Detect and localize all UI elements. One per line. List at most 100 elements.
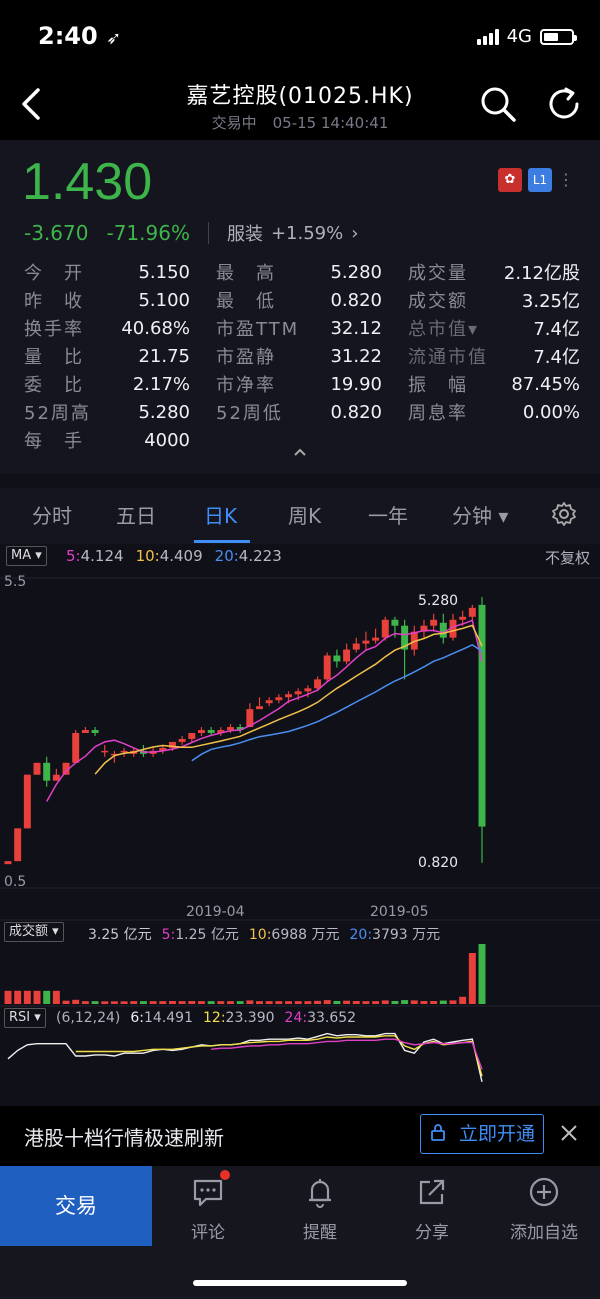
x-axis-tick-label: 2019-04	[186, 904, 245, 920]
alert-tab[interactable]: 提醒	[270, 1174, 370, 1243]
status-right: 4G	[476, 26, 577, 47]
comment-tab[interactable]: 评论	[158, 1170, 258, 1243]
price-change-pct: -71.96%	[106, 221, 190, 245]
volume-bar	[372, 1001, 380, 1004]
candle-body	[120, 750, 128, 753]
volume-selector[interactable]: 成交额 ▾	[4, 922, 64, 942]
trade-button[interactable]: 交易	[0, 1166, 152, 1246]
tab-period[interactable]: 周K	[288, 500, 321, 529]
rsi-legend: RSI ▾ (6,12,24) 6:14.491 12:23.390 24:33.65…	[0, 1008, 600, 1030]
volume-bar	[439, 1000, 447, 1004]
high-price-label: 5.280	[418, 593, 458, 609]
search-icon[interactable]	[478, 84, 518, 124]
stat-value: 2.12亿股	[503, 263, 580, 284]
vol-legend-item: 3.25 亿元	[88, 924, 152, 944]
stat-item[interactable]: 总市值▾ 7.4亿	[408, 315, 580, 341]
status-bar: 2:40 ➶ 4G	[0, 0, 600, 70]
status-time: 2:40 ➶	[38, 22, 122, 50]
volume-bar	[217, 1001, 225, 1004]
more-icon[interactable]: ⋮	[558, 168, 574, 192]
x-axis-tick-label: 2019-05	[370, 904, 429, 920]
sector-change[interactable]: +1.59%	[271, 223, 343, 244]
stat-row: 委 比 2.17% 市净率 19.90 振 幅 87.45%	[24, 370, 580, 398]
candle-body	[33, 762, 41, 775]
stat-value: 2.17%	[132, 373, 190, 395]
stat-label: 成交量	[408, 263, 468, 284]
candle-body	[91, 730, 99, 733]
candle-body	[294, 691, 302, 695]
volume-bar	[188, 1001, 196, 1004]
stat-label: 量 比	[24, 347, 84, 368]
candle-body	[197, 730, 205, 733]
candle-body	[285, 694, 293, 698]
refresh-icon[interactable]	[544, 84, 584, 124]
candle-body	[362, 640, 370, 644]
stat-item: 量 比 21.75	[24, 343, 190, 369]
volume-bar	[246, 1000, 254, 1004]
volume-bar	[120, 1001, 128, 1004]
active-tab-indicator	[194, 540, 250, 543]
volume-bar	[91, 1001, 99, 1004]
stat-label: 市盈TTM	[216, 319, 300, 340]
volume-bar	[236, 1001, 244, 1004]
rsi-legend-value: 23.390	[225, 1010, 275, 1026]
volume-bar	[168, 1001, 176, 1004]
volume-bar	[227, 1001, 234, 1004]
vol-legend-item: 5:1.25 亿元	[162, 924, 239, 944]
stat-label: 振 幅	[408, 375, 468, 396]
stat-value: 19.90	[330, 373, 382, 395]
stat-label: 昨 收	[24, 291, 84, 312]
volume-bar	[72, 999, 80, 1004]
rsi-selector[interactable]: RSI ▾	[4, 1008, 46, 1028]
candle-body	[265, 700, 273, 704]
stat-value: 5.280	[330, 261, 382, 283]
stat-value: 5.150	[138, 261, 190, 283]
share-tab[interactable]: 分享	[382, 1174, 482, 1243]
stat-value: 40.68%	[121, 317, 190, 339]
candle-body	[372, 637, 380, 641]
kline-chart[interactable]: MA ▾ 5:4.124 10:4.409 20:4.223 不复权 5.5 0.5 2…	[0, 544, 600, 1090]
stat-item: 52周高 5.280	[24, 399, 190, 425]
add-watchlist-tab[interactable]: 添加自选	[494, 1174, 594, 1243]
candle-body	[178, 738, 186, 742]
stat-value: 5.280	[138, 401, 190, 423]
stat-item: 振 幅 87.45%	[408, 371, 580, 397]
tab-period[interactable]: 日K	[204, 500, 237, 529]
candle-body	[314, 679, 322, 689]
volume-bar	[401, 1000, 409, 1004]
volume-bar	[381, 1000, 389, 1004]
sector-link[interactable]: 服装	[227, 220, 263, 246]
tab-period[interactable]: 分时	[32, 500, 72, 529]
volume-bar	[130, 1001, 138, 1004]
tab-period[interactable]: 一年	[368, 500, 408, 529]
stat-item: 成交量 2.12亿股	[408, 259, 580, 285]
chevron-up-icon[interactable]	[290, 444, 310, 460]
stat-label: 52周高	[24, 403, 91, 424]
rsi-legend-label: 24:	[284, 1010, 308, 1026]
volume-bar	[207, 1001, 215, 1004]
stat-value: 0.820	[330, 289, 382, 311]
alert-label: 提醒	[303, 1223, 337, 1243]
candle-body	[43, 762, 51, 781]
level1-badge[interactable]: L1	[528, 168, 552, 192]
stat-label: 委 比	[24, 375, 84, 396]
close-icon[interactable]	[558, 1122, 580, 1144]
volume-bar	[343, 1000, 351, 1004]
chevron-right-icon[interactable]: ›	[351, 223, 358, 244]
stat-value: 0.820	[330, 401, 382, 423]
vol-legend-item: 10:6988 万元	[249, 924, 340, 944]
tab-period[interactable]: 五日	[116, 500, 156, 529]
stat-row: 量 比 21.75 市盈静 31.22 流通市值 7.4亿	[24, 342, 580, 370]
volume-bar	[391, 1001, 399, 1004]
rsi-legend-item: 12:23.390	[203, 1010, 275, 1026]
stat-item: 成交额 3.25亿	[408, 287, 580, 313]
stat-value: 31.22	[330, 345, 382, 367]
stat-label: 最 低	[216, 291, 276, 312]
stat-item: 最 高 5.280	[216, 259, 382, 285]
comment-icon	[190, 1170, 230, 1210]
volume-bar	[333, 1001, 341, 1004]
stat-item: 市盈静 31.22	[216, 343, 382, 369]
tab-period[interactable]: 分钟 ▾	[452, 500, 508, 529]
volume-bar	[43, 990, 51, 1004]
gear-icon[interactable]	[550, 500, 578, 528]
